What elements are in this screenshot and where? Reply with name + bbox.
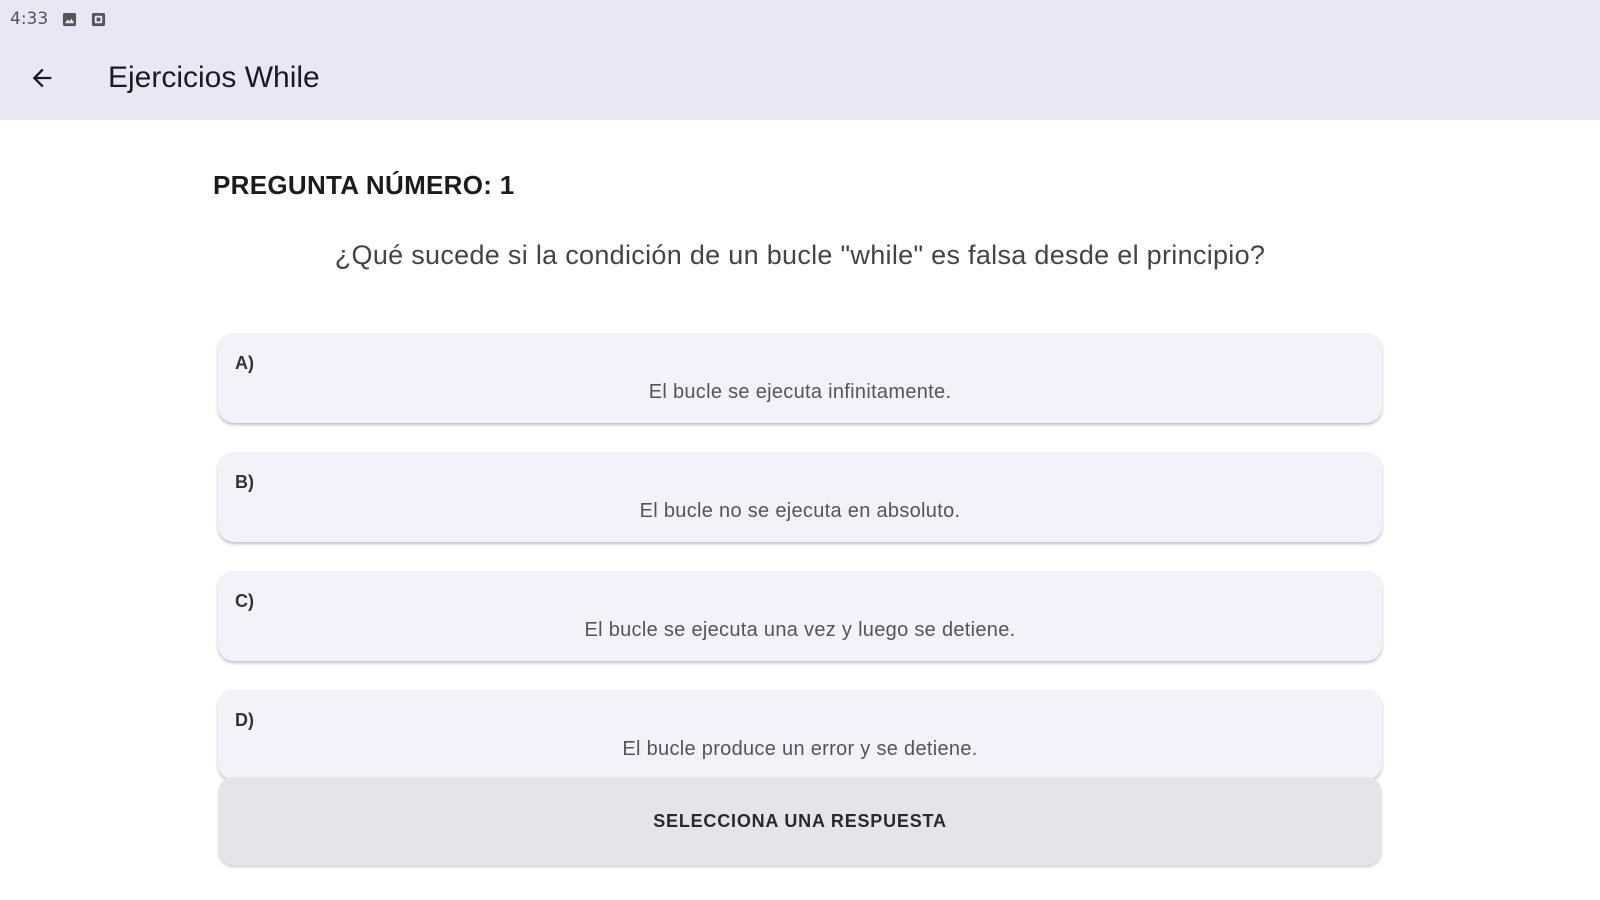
submit-answer-button[interactable]: SELECCIONA UNA RESPUESTA bbox=[219, 777, 1381, 865]
arrow-left-icon bbox=[32, 68, 52, 88]
question-text: ¿Qué sucede si la condición de un bucle … bbox=[334, 240, 1266, 270]
image-icon bbox=[63, 12, 77, 26]
option-text: El bucle produce un error y se detiene. bbox=[622, 738, 978, 760]
option-letter: B) bbox=[235, 472, 254, 492]
option-text: El bucle se ejecuta una vez y luego se d… bbox=[584, 619, 1016, 641]
option-text: El bucle no se ejecuta en absoluto. bbox=[639, 500, 961, 522]
page-title: Ejercicios While bbox=[108, 61, 320, 94]
option-text: El bucle se ejecuta infinitamente. bbox=[648, 381, 952, 403]
back-button[interactable] bbox=[22, 58, 62, 98]
question-number: PREGUNTA NÚMERO: 1 bbox=[213, 170, 515, 200]
option-letter: A) bbox=[235, 353, 254, 373]
notification-icon bbox=[92, 12, 106, 26]
status-time: 4:33 bbox=[10, 9, 49, 29]
option-b[interactable]: B) El bucle no se ejecuta en absoluto. bbox=[218, 452, 1382, 542]
status-bar: 4:33 bbox=[10, 8, 106, 30]
option-c[interactable]: C) El bucle se ejecuta una vez y luego s… bbox=[218, 571, 1382, 661]
option-a[interactable]: A) El bucle se ejecuta infinitamente. bbox=[218, 333, 1382, 423]
option-letter: D) bbox=[235, 710, 254, 730]
option-d[interactable]: D) El bucle produce un error y se detien… bbox=[218, 690, 1382, 780]
app-bar: 4:33 Ejercicios While bbox=[0, 0, 1600, 120]
option-letter: C) bbox=[235, 591, 254, 611]
